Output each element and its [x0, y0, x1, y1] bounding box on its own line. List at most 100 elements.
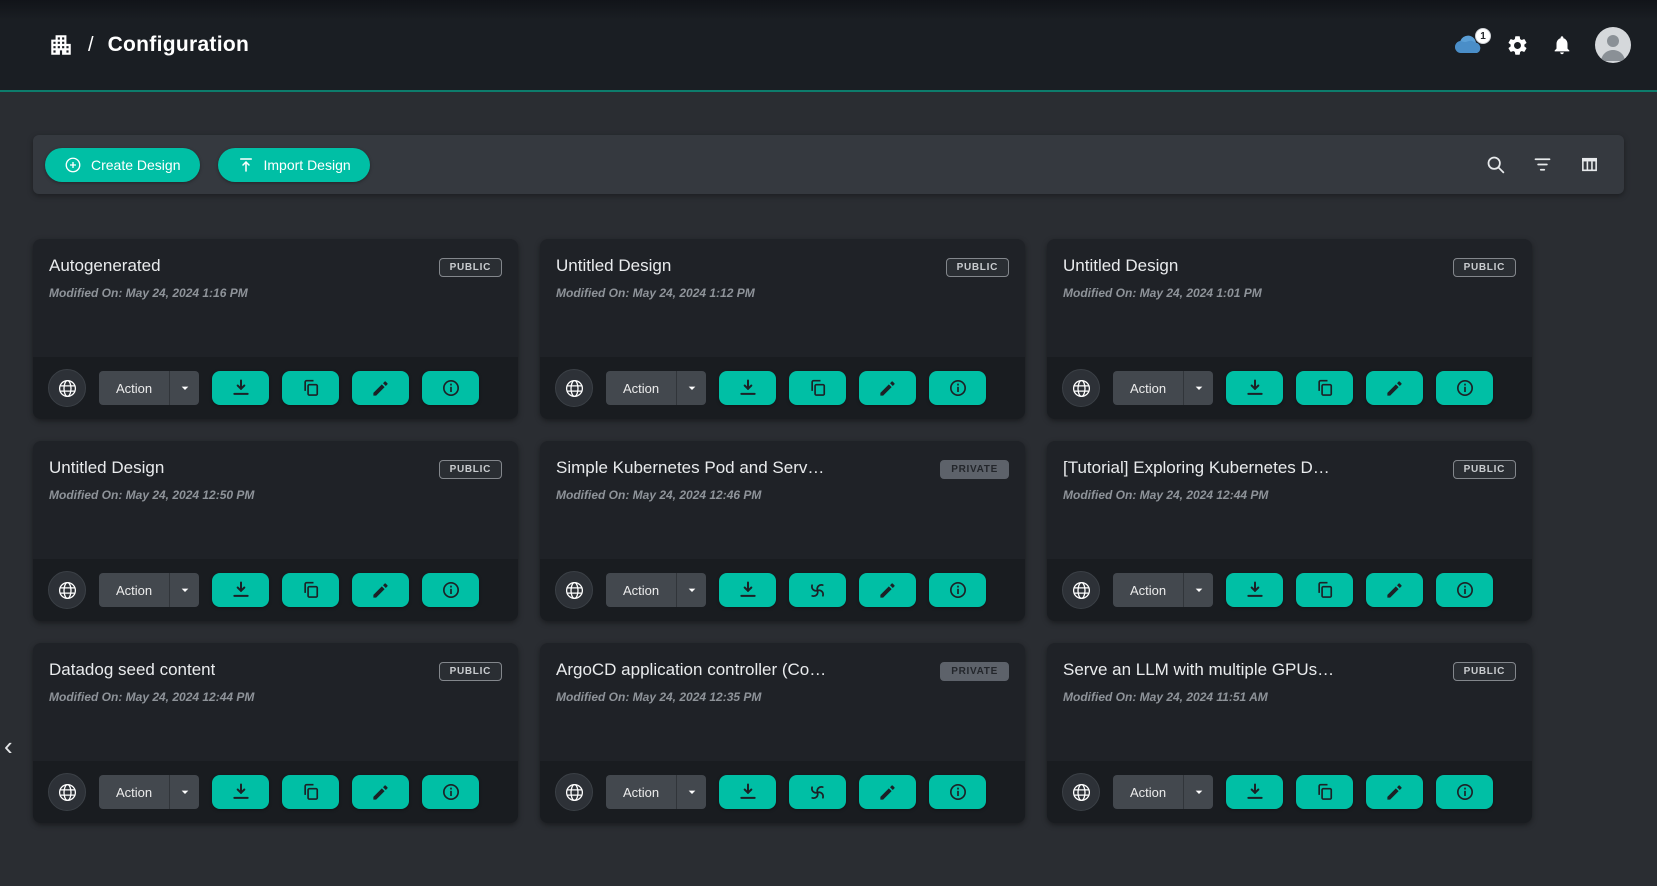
filter-button[interactable] — [1532, 154, 1553, 175]
copy-design-button[interactable] — [1296, 573, 1353, 607]
info-button[interactable] — [929, 573, 986, 607]
action-button[interactable]: Action — [1113, 371, 1183, 405]
action-dropdown-button[interactable] — [676, 775, 706, 809]
pencil-icon — [878, 379, 897, 398]
action-split-button: Action — [1113, 371, 1213, 405]
visibility-globe-button[interactable] — [1062, 571, 1100, 609]
caret-down-icon — [684, 582, 700, 598]
download-button[interactable] — [1226, 573, 1283, 607]
edit-button[interactable] — [352, 573, 409, 607]
edit-button[interactable] — [352, 775, 409, 809]
download-button[interactable] — [1226, 775, 1283, 809]
info-button[interactable] — [1436, 573, 1493, 607]
provider-cloud-button[interactable]: 1 — [1452, 33, 1484, 57]
download-button[interactable] — [212, 573, 269, 607]
action-button[interactable]: Action — [606, 775, 676, 809]
info-button[interactable] — [929, 775, 986, 809]
visibility-globe-button[interactable] — [1062, 773, 1100, 811]
visibility-globe-button[interactable] — [1062, 369, 1100, 407]
notifications-button[interactable] — [1551, 34, 1573, 56]
visibility-globe-button[interactable] — [48, 369, 86, 407]
copy-design-button[interactable] — [282, 775, 339, 809]
action-button[interactable]: Action — [1113, 573, 1183, 607]
action-button[interactable]: Action — [99, 573, 169, 607]
info-icon — [948, 378, 968, 398]
download-button[interactable] — [719, 775, 776, 809]
import-design-button[interactable]: Import Design — [218, 148, 370, 182]
info-button[interactable] — [422, 371, 479, 405]
visibility-badge: PUBLIC — [439, 258, 502, 277]
action-dropdown-button[interactable] — [169, 775, 199, 809]
action-dropdown-button[interactable] — [169, 371, 199, 405]
edit-button[interactable] — [1366, 775, 1423, 809]
edit-button[interactable] — [859, 573, 916, 607]
visibility-globe-button[interactable] — [555, 571, 593, 609]
action-button[interactable]: Action — [1113, 775, 1183, 809]
download-icon — [738, 378, 758, 398]
info-button[interactable] — [1436, 775, 1493, 809]
action-button[interactable]: Action — [606, 573, 676, 607]
cards-grid: Autogenerated PUBLIC Modified On: May 24… — [33, 239, 1624, 823]
gear-icon — [1506, 34, 1529, 57]
action-dropdown-button[interactable] — [1183, 573, 1213, 607]
edit-button[interactable] — [1366, 371, 1423, 405]
visibility-globe-button[interactable] — [555, 773, 593, 811]
copy-design-button[interactable] — [1296, 775, 1353, 809]
visibility-globe-button[interactable] — [48, 773, 86, 811]
swirl-button[interactable] — [789, 573, 846, 607]
action-split-button: Action — [99, 775, 199, 809]
sidebar-collapse-button[interactable]: ‹ — [0, 731, 17, 761]
download-button[interactable] — [719, 371, 776, 405]
building-icon[interactable] — [48, 32, 74, 58]
card-body: [Tutorial] Exploring Kubernetes D… PUBLI… — [1047, 441, 1532, 559]
copy-design-button[interactable] — [1296, 371, 1353, 405]
design-title: Serve an LLM with multiple GPUs… — [1063, 660, 1334, 680]
edit-button[interactable] — [352, 371, 409, 405]
info-button[interactable] — [422, 573, 479, 607]
info-button[interactable] — [929, 371, 986, 405]
globe-icon — [1071, 378, 1092, 399]
copy-design-button[interactable] — [789, 371, 846, 405]
settings-button[interactable] — [1506, 34, 1529, 57]
visibility-globe-button[interactable] — [555, 369, 593, 407]
download-button[interactable] — [212, 775, 269, 809]
download-button[interactable] — [212, 371, 269, 405]
edit-button[interactable] — [859, 775, 916, 809]
pencil-icon — [878, 783, 897, 802]
visibility-globe-button[interactable] — [48, 571, 86, 609]
table-view-button[interactable] — [1579, 154, 1600, 175]
user-menu-button[interactable] — [1595, 27, 1631, 63]
action-dropdown-button[interactable] — [676, 573, 706, 607]
download-icon — [738, 580, 758, 600]
design-card: Untitled Design PUBLIC Modified On: May … — [540, 239, 1025, 419]
designs-toolbar: Create Design Import Design — [33, 135, 1624, 194]
action-button[interactable]: Action — [606, 371, 676, 405]
action-button[interactable]: Action — [99, 371, 169, 405]
design-card: [Tutorial] Exploring Kubernetes D… PUBLI… — [1047, 441, 1532, 621]
action-split-button: Action — [1113, 775, 1213, 809]
card-body: Simple Kubernetes Pod and Serv… PRIVATE … — [540, 441, 1025, 559]
swirl-button[interactable] — [789, 775, 846, 809]
caret-down-icon — [684, 784, 700, 800]
action-dropdown-button[interactable] — [169, 573, 199, 607]
create-design-button[interactable]: Create Design — [45, 148, 200, 182]
copy-design-button[interactable] — [282, 371, 339, 405]
visibility-badge: PUBLIC — [1453, 662, 1516, 681]
action-dropdown-button[interactable] — [1183, 371, 1213, 405]
info-button[interactable] — [1436, 371, 1493, 405]
card-body: Datadog seed content PUBLIC Modified On:… — [33, 643, 518, 761]
edit-button[interactable] — [1366, 573, 1423, 607]
download-button[interactable] — [1226, 371, 1283, 405]
action-dropdown-button[interactable] — [1183, 775, 1213, 809]
info-button[interactable] — [422, 775, 479, 809]
copy-design-button[interactable] — [282, 573, 339, 607]
copy-icon — [1315, 378, 1335, 398]
action-dropdown-button[interactable] — [676, 371, 706, 405]
modified-date: Modified On: May 24, 2024 1:01 PM — [1063, 286, 1516, 300]
bell-icon — [1551, 34, 1573, 56]
search-button[interactable] — [1485, 154, 1506, 175]
globe-icon — [57, 580, 78, 601]
download-button[interactable] — [719, 573, 776, 607]
action-button[interactable]: Action — [99, 775, 169, 809]
edit-button[interactable] — [859, 371, 916, 405]
